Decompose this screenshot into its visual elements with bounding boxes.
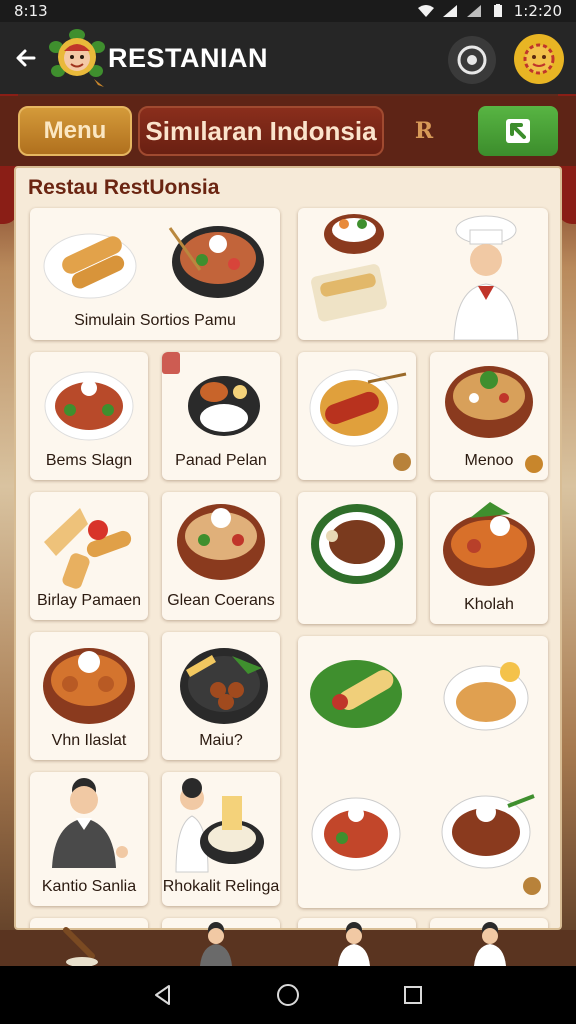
tab-menu[interactable]: Menu xyxy=(18,106,132,156)
menu-card[interactable]: Glean Coerans xyxy=(162,492,280,620)
go-button[interactable] xyxy=(478,106,558,156)
arrow-up-left-icon xyxy=(506,119,530,143)
status-time-left: 8:13 xyxy=(14,2,48,20)
status-bar: 8:13 1:2:20 xyxy=(0,0,576,22)
wifi-icon xyxy=(417,5,434,17)
menu-card[interactable]: Menoo xyxy=(430,352,548,480)
menu-card[interactable]: Rhokalit Relinga xyxy=(162,772,280,906)
card-label: Birlay Pamaen xyxy=(36,592,142,609)
circle-home-icon xyxy=(276,984,299,1006)
card-label: Menoo xyxy=(464,452,514,469)
menu-card-large[interactable] xyxy=(298,636,548,908)
square-recents-icon xyxy=(404,986,423,1004)
nav-back-button[interactable] xyxy=(143,975,183,1015)
status-time-right: 1:2:20 xyxy=(513,2,562,20)
signal-icon xyxy=(442,5,457,17)
card-label: Bems Slagn xyxy=(45,452,133,469)
menu-card[interactable]: Vhn Ilaslat xyxy=(30,632,148,760)
app-title: RESTANIAN xyxy=(108,42,269,73)
target-button[interactable] xyxy=(448,36,496,84)
meat-plate-icon xyxy=(311,504,403,584)
menu-card[interactable]: Kantio Sanlia xyxy=(30,772,148,906)
staff-figure-icon xyxy=(338,922,370,966)
avatar-button[interactable] xyxy=(514,34,564,84)
menu-card[interactable] xyxy=(298,208,548,340)
status-icons: 1:2:20 xyxy=(417,2,562,20)
ornament-icon: R xyxy=(414,118,434,144)
menu-card[interactable]: Panad Pelan xyxy=(162,352,280,480)
menu-card[interactable] xyxy=(298,492,416,624)
card-label: Glean Coerans xyxy=(167,592,275,609)
avatar-icon xyxy=(523,43,555,75)
target-icon xyxy=(457,45,487,75)
card-label: Kantio Sanlia xyxy=(41,878,137,895)
app-logo xyxy=(46,27,108,89)
card-label: Vhn Ilaslat xyxy=(51,732,127,749)
card-label: Kholah xyxy=(464,596,514,613)
menu-card[interactable]: Kholah xyxy=(430,492,548,624)
menu-card[interactable]: Bems Slagn xyxy=(30,352,148,480)
satay-noodles-icon xyxy=(309,369,411,471)
card-label: Panad Pelan xyxy=(175,452,267,469)
staff-figure-icon xyxy=(474,922,506,966)
rice-rolls-chef-icon xyxy=(311,214,519,340)
nav-home-button[interactable] xyxy=(268,975,308,1015)
card-label: Simulain Sortios Pamu xyxy=(74,312,236,329)
menu-card[interactable]: Simulain Sortios Pamu xyxy=(30,208,280,340)
panel-title: Restau RestUonsia xyxy=(28,176,220,199)
menu-card[interactable]: Birlay Pamaen xyxy=(30,492,148,620)
back-button[interactable] xyxy=(8,40,44,76)
banana-leaf-noodle-plates-icon xyxy=(310,660,541,895)
battery-icon xyxy=(493,4,502,17)
tool-figure-icon xyxy=(63,927,98,966)
system-nav-bar xyxy=(0,966,576,1024)
menu-card[interactable]: Maiu? xyxy=(162,632,280,760)
menu-card[interactable] xyxy=(298,352,416,480)
menu-panel: Restau RestUonsia Simulain Sortios Pamu xyxy=(14,166,562,930)
triangle-back-icon xyxy=(154,985,170,1005)
tab-row: Menu Simılaran Indonsia R xyxy=(0,96,576,166)
staff-figure-icon xyxy=(200,922,232,966)
mascot-logo-icon xyxy=(49,29,105,87)
signal-icon-2 xyxy=(466,5,481,17)
card-label: Maiu? xyxy=(199,732,243,749)
nav-recents-button[interactable] xyxy=(393,975,433,1015)
back-arrow-icon xyxy=(16,49,36,67)
card-label: Rhokalit Relinga xyxy=(162,878,280,895)
app-bar: RESTANIAN xyxy=(0,22,576,94)
tab-simulation[interactable]: Simılaran Indonsia xyxy=(138,106,384,156)
